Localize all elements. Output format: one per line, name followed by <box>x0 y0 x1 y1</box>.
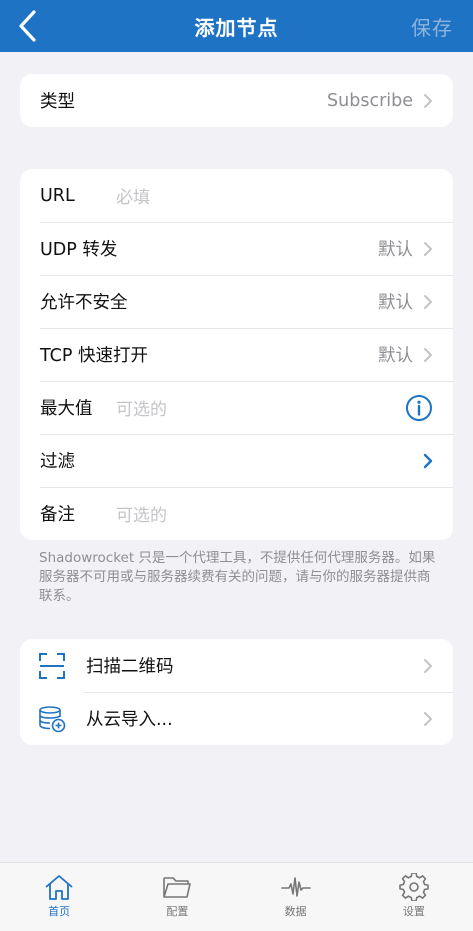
tab-data-label: 数据 <box>284 905 307 918</box>
chevron-right-icon <box>423 453 433 468</box>
type-value: Subscribe <box>327 90 413 111</box>
actions-card: 扫描二维码 从云导入... <box>20 639 453 745</box>
scan-qr-row[interactable]: 扫描二维码 <box>20 639 453 692</box>
form-card: URL 必填 UDP 转发 默认 允许不安全 默认 TCP 快速打开 默认 最大… <box>20 169 453 540</box>
udp-label: UDP 转发 <box>40 240 118 260</box>
scan-qr-label: 扫描二维码 <box>86 657 174 677</box>
type-card: 类型 Subscribe <box>20 74 453 127</box>
tcp-fast-open-row[interactable]: TCP 快速打开 默认 <box>20 328 453 381</box>
navigation-bar: 添加节点 保存 <box>0 0 473 52</box>
pulse-icon <box>280 877 311 897</box>
save-button[interactable]: 保存 <box>411 12 453 41</box>
remark-label: 备注 <box>40 505 75 525</box>
url-label: URL <box>40 185 75 206</box>
home-icon <box>45 875 73 900</box>
chevron-right-icon <box>424 711 432 726</box>
filter-label: 过滤 <box>40 452 75 472</box>
max-row[interactable]: 最大值 可选的 <box>20 381 453 434</box>
import-cloud-row[interactable]: 从云导入... <box>20 692 453 745</box>
info-icon[interactable] <box>405 394 433 422</box>
filter-row[interactable]: 过滤 <box>20 434 453 487</box>
tab-home[interactable]: 首页 <box>0 863 118 931</box>
type-label: 类型 <box>40 92 75 112</box>
max-input[interactable]: 可选的 <box>116 395 167 420</box>
type-row[interactable]: 类型 Subscribe <box>20 74 453 127</box>
tab-data[interactable]: 数据 <box>237 863 355 931</box>
remark-row[interactable]: 备注 可选的 <box>20 487 453 540</box>
max-label: 最大值 <box>40 399 93 419</box>
chevron-right-icon <box>424 93 432 108</box>
import-cloud-label: 从云导入... <box>86 710 173 730</box>
tab-settings[interactable]: 设置 <box>355 863 473 931</box>
udp-row[interactable]: UDP 转发 默认 <box>20 222 453 275</box>
insecure-label: 允许不安全 <box>40 293 128 313</box>
tcp-fast-open-value: 默认 <box>378 346 413 366</box>
chevron-left-icon[interactable] <box>14 9 46 43</box>
chevron-right-icon <box>424 241 432 256</box>
gear-icon <box>399 873 429 901</box>
tab-home-label: 首页 <box>48 905 71 918</box>
qr-scan-icon <box>39 652 65 679</box>
udp-value: 默认 <box>378 240 413 260</box>
tab-config-label: 配置 <box>166 905 189 918</box>
tab-settings-label: 设置 <box>402 905 425 918</box>
chevron-right-icon <box>424 658 432 673</box>
chevron-right-icon <box>424 294 432 309</box>
disclaimer-note: Shadowrocket 只是一个代理工具，不提供任何代理服务器。如果服务器不可… <box>39 550 436 604</box>
tab-bar: 首页 配置 数据 设置 <box>0 862 473 931</box>
remark-input[interactable]: 可选的 <box>116 501 167 526</box>
folder-icon <box>163 877 192 898</box>
chevron-right-icon <box>424 347 432 362</box>
cloud-database-import-icon <box>39 705 66 732</box>
url-input[interactable]: 必填 <box>116 183 150 208</box>
page-title: 添加节点 <box>194 15 279 40</box>
url-row[interactable]: URL 必填 <box>20 169 453 222</box>
insecure-value: 默认 <box>378 293 413 313</box>
tab-config[interactable]: 配置 <box>118 863 236 931</box>
insecure-row[interactable]: 允许不安全 默认 <box>20 275 453 328</box>
tcp-fast-open-label: TCP 快速打开 <box>40 346 148 366</box>
